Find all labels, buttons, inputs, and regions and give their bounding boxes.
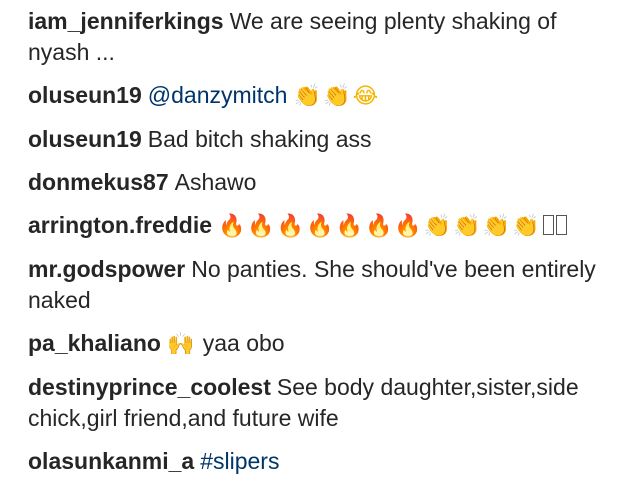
comments-list: iam_jenniferkings We are seeing plenty sh…	[0, 0, 640, 477]
comment-mention-link[interactable]: @danzymitch	[148, 82, 288, 108]
comment-username[interactable]: mr.godspower	[28, 256, 185, 282]
fire-emoji-icon: 🔥🔥🔥🔥🔥🔥🔥	[218, 214, 424, 239]
comment-item: iam_jenniferkings We are seeing plenty sh…	[28, 6, 622, 68]
comment-text: Bad bitch shaking ass	[147, 126, 372, 152]
clapping-hands-emoji-icon: 👏👏😂	[293, 84, 381, 109]
comment-item: destinyprince_coolest See body daughter,s…	[28, 372, 622, 434]
comment-username[interactable]: iam_jenniferkings	[28, 8, 224, 34]
comment-hashtag-link[interactable]: #slipers	[200, 448, 279, 474]
comment-item: olasunkanmi_a #slipers	[28, 446, 622, 477]
comment-item: mr.godspower No panties. She should've be…	[28, 254, 622, 316]
clapping-hands-emoji-icon: 👏👏👏👏	[423, 214, 542, 239]
comment-item: arrington.freddie 🔥🔥🔥🔥🔥🔥🔥👏👏👏👏	[28, 210, 622, 242]
comment-item: donmekus87 Ashawo	[28, 167, 622, 198]
comment-item: oluseun19 Bad bitch shaking ass	[28, 124, 622, 155]
comment-text: Ashawo	[174, 169, 257, 195]
comment-username[interactable]: olasunkanmi_a	[28, 448, 194, 474]
raising-hands-emoji-icon: 🙌	[166, 332, 197, 357]
comment-username[interactable]: donmekus87	[28, 169, 169, 195]
comment-username[interactable]: pa_khaliano	[28, 330, 161, 356]
comment-username[interactable]: arrington.freddie	[28, 212, 212, 238]
comment-username[interactable]: oluseun19	[28, 126, 142, 152]
comment-username[interactable]: oluseun19	[28, 82, 142, 108]
missing-glyph-box-icon	[556, 215, 568, 235]
comment-username[interactable]: destinyprince_coolest	[28, 374, 271, 400]
missing-glyph-box-icon	[543, 215, 555, 235]
comment-item: oluseun19 @danzymitch 👏👏😂	[28, 80, 622, 112]
comment-item: pa_khaliano 🙌 yaa obo	[28, 328, 622, 360]
comment-text: yaa obo	[202, 330, 285, 356]
